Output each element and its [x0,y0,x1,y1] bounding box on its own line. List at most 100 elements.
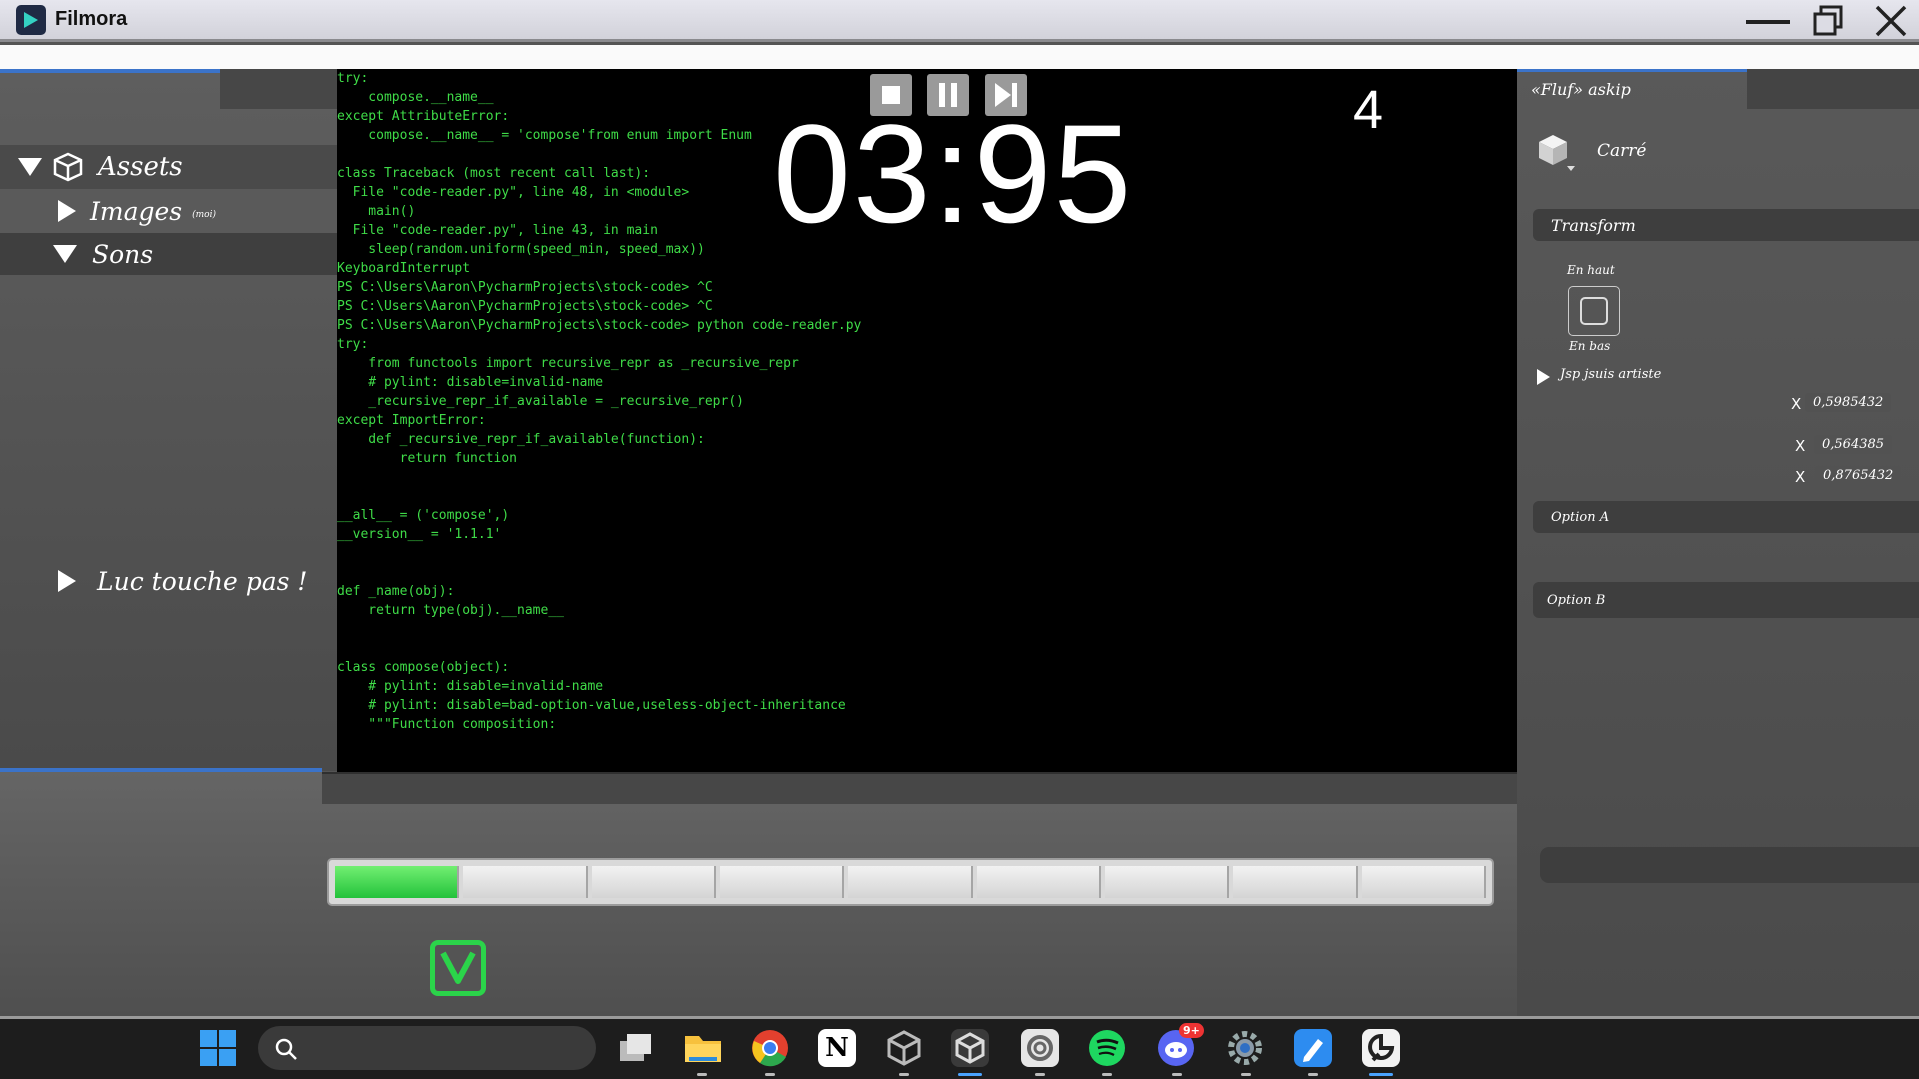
progress-segment [1104,866,1230,898]
tree-label-images: Images [90,196,183,226]
running-indicator [765,1073,775,1076]
running-indicator [1035,1073,1045,1076]
progress-segment [848,866,973,898]
tree-label-assets: Assets [98,152,183,182]
notion-letter: N [825,1033,849,1063]
clip-studio-icon[interactable] [1362,1029,1400,1067]
running-indicator [697,1073,707,1076]
tree-item-images[interactable]: Images (moi) [0,189,337,233]
artist-label: Jsp jsuis artiste [1560,367,1662,382]
minimize-icon [1746,20,1790,24]
x-value-1[interactable]: 0,5985432 [1805,393,1892,412]
notion-icon[interactable]: N [818,1029,856,1067]
inspector-panel: «Fluf» askip Carré Transform En haut En … [1517,69,1919,1016]
progress-segment [719,866,845,898]
x-label-3: X [1795,468,1806,486]
preview-scrollbar[interactable] [322,772,1517,804]
close-button[interactable] [1863,0,1919,42]
square-icon [1580,297,1608,325]
counter-display: 4 [1353,80,1384,140]
bottom-label: En bas [1569,339,1611,353]
progress-segment [1233,866,1358,898]
timer-display: 03:95 [773,95,1134,252]
restore-button[interactable] [1800,0,1856,42]
assets-panel: Assets Images (moi) Sons Luc touche pas … [0,69,337,771]
panel-accent-line [0,69,220,73]
restore-icon [1813,5,1843,36]
panel-accent-line [0,768,322,772]
images-badge: (moi) [192,210,216,220]
unity-hub-logo-icon [955,1032,985,1064]
close-icon [1875,5,1907,37]
progress-segment [976,866,1101,898]
windows-start-icon[interactable] [199,1029,237,1067]
unity-hub-icon[interactable] [951,1029,989,1067]
preview-viewport: try: compose.__name__ except AttributeEr… [337,69,1517,772]
panel-tab-area [1747,69,1919,109]
title-bar: Filmora [0,0,1919,42]
running-indicator [1308,1073,1318,1076]
menu-strip [0,45,1919,69]
x-label-1: X [1791,395,1802,413]
progress-segment [335,866,460,898]
checkbox[interactable] [430,940,486,996]
running-indicator [1102,1073,1112,1076]
expanded-arrow-icon [18,158,42,176]
progress-segment [1361,866,1486,898]
inspector-input-bar[interactable] [1540,847,1919,883]
progress-segment [591,866,716,898]
discord-icon[interactable]: 9+ [1157,1023,1204,1067]
pen-icon [1303,1039,1323,1062]
progress-bar [327,858,1494,906]
expanded-arrow-icon [53,245,77,263]
top-label: En haut [1567,263,1615,277]
settings-icon[interactable] [1226,1029,1264,1067]
clip-studio-logo-icon [1368,1033,1395,1062]
collapsed-arrow-icon[interactable] [1537,369,1550,385]
option-b-section[interactable]: Option B [1533,582,1919,618]
tree-label-sounds: Sons [92,239,154,269]
spotify-icon[interactable] [1088,1029,1126,1067]
progress-segment [463,866,588,898]
file-explorer-icon[interactable] [683,1029,721,1067]
transform-section[interactable]: Transform [1533,209,1919,241]
tree-item-assets[interactable]: Assets [0,145,337,189]
tree-item-luc[interactable]: Luc touche pas ! [0,559,337,603]
running-indicator [899,1073,909,1076]
collapsed-arrow-icon [58,570,76,592]
object-name: Carré [1597,141,1647,161]
running-indicator [1172,1073,1182,1076]
unity-cube-icon [887,1030,921,1066]
tree-item-sounds[interactable]: Sons [0,233,337,275]
panel-tab-area [220,69,337,109]
option-a-section[interactable]: Option A [1533,501,1919,533]
option-b-label: Option B [1547,592,1606,608]
unity-icon[interactable] [885,1029,923,1067]
x-value-2[interactable]: 0,564385 [1814,435,1893,454]
ccleaner-logo-icon [1027,1035,1053,1061]
search-icon [275,1038,297,1060]
cube-icon [53,152,83,182]
tree-label-luc: Luc touche pas ! [97,566,308,596]
inspector-header: «Fluf» askip [1531,80,1631,99]
gear-icon [1228,1031,1262,1065]
panel-accent-line [1517,69,1747,72]
anchor-selector[interactable] [1568,286,1620,336]
collapsed-arrow-icon [58,200,76,222]
active-indicator [958,1073,982,1076]
minimize-button[interactable] [1740,0,1796,42]
taskbar: N 9+ [0,1016,1919,1079]
ccleaner-icon[interactable] [1021,1029,1059,1067]
filmora-logo-icon [16,4,46,35]
app-title: Filmora [55,8,128,30]
windows-logo-icon [200,1030,236,1066]
paint-icon[interactable] [1294,1029,1332,1067]
x-label-2: X [1795,437,1806,455]
chrome-icon[interactable] [751,1029,789,1067]
search-input[interactable] [258,1026,596,1070]
x-value-3[interactable]: 0,8765432 [1815,466,1902,485]
cube-object-icon [1539,135,1575,171]
checkmark-icon [440,951,476,984]
running-indicator [1241,1073,1251,1076]
task-view-icon[interactable] [616,1029,654,1067]
